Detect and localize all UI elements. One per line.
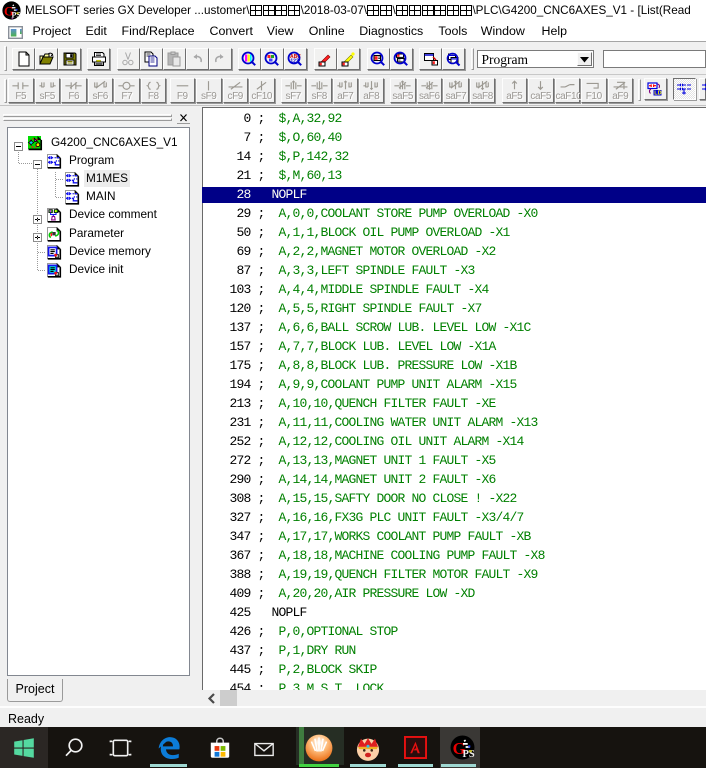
svg-text:PS: PS bbox=[463, 749, 475, 760]
